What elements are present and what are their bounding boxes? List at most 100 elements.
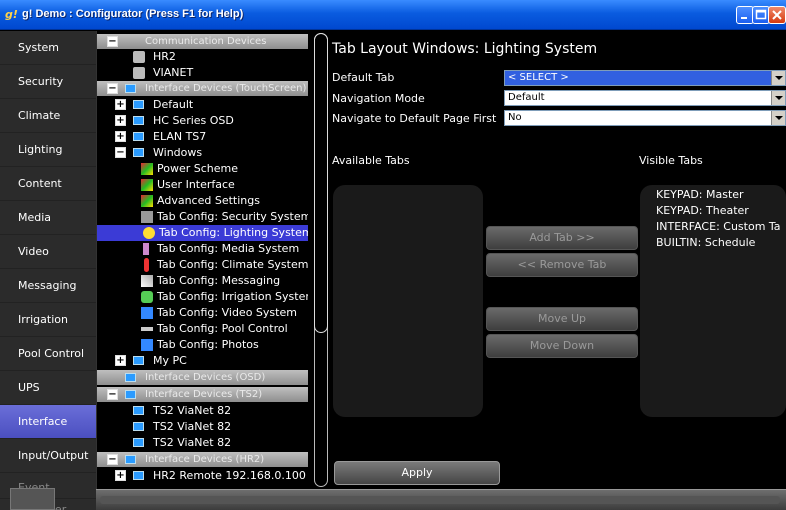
sidebar-item-media[interactable]: Media <box>0 201 96 235</box>
tree-group-header[interactable]: − Communication Devices <box>97 34 309 49</box>
windows-settings-icon <box>141 195 153 207</box>
default-tab-label: Default Tab <box>332 71 395 84</box>
chevron-down-icon[interactable] <box>771 111 785 125</box>
move-up-button[interactable]: Move Up <box>486 307 638 331</box>
collapse-icon[interactable]: − <box>107 454 118 465</box>
tree-group-header[interactable]: − Interface Devices (HR2) <box>97 452 309 467</box>
sidebar-item-content[interactable]: Content <box>0 167 96 201</box>
tree-item[interactable]: Tab Config: Messaging <box>141 273 307 289</box>
tree-item[interactable]: Tab Config: Security System <box>141 209 311 225</box>
tree-item[interactable]: Tab Config: Pool Control <box>141 321 307 337</box>
tree-item-label: HC Series OSD <box>153 114 234 127</box>
tree-item[interactable]: Tab Config: Video System <box>141 305 307 321</box>
list-item[interactable]: INTERFACE: Custom Ta <box>656 220 781 233</box>
tree-item[interactable]: − Windows <box>115 145 305 161</box>
tree-item-label: Tab Config: Security System <box>157 210 312 223</box>
tree-item-label: Tab Config: Messaging <box>157 274 281 287</box>
window-title: g! Demo : Configurator (Press F1 for Hel… <box>22 8 244 20</box>
sidebar-item-security[interactable]: Security <box>0 65 96 99</box>
tree-item[interactable]: TS2 ViaNet 82 <box>133 419 305 435</box>
sidebar-item-irrigation[interactable]: Irrigation <box>0 303 96 337</box>
sidebar-item-input-output[interactable]: Input/Output <box>0 439 96 473</box>
tree-item[interactable]: User Interface <box>141 177 307 193</box>
tree-item[interactable]: Tab Config: Photos <box>141 337 307 353</box>
display-icon <box>133 116 144 125</box>
tree-item[interactable]: Advanced Settings <box>141 193 307 209</box>
tree-group-label: Communication Devices <box>145 36 267 47</box>
tree-item[interactable]: + HR2 Remote 192.168.0.100 <box>115 468 306 484</box>
add-tab-button[interactable]: Add Tab >> <box>486 226 638 250</box>
sidebar-bottom-control[interactable] <box>10 488 55 510</box>
tree-item[interactable]: VIANET <box>133 65 303 81</box>
list-item[interactable]: KEYPAD: Master <box>656 188 744 201</box>
pool-icon <box>141 327 153 331</box>
tree-group-header[interactable]: − Interface Devices (TouchScreen) <box>97 81 309 96</box>
tree-item-selected[interactable]: Tab Config: Lighting System <box>97 225 313 241</box>
chevron-down-icon[interactable] <box>771 91 785 105</box>
tree-item[interactable]: Tab Config: Media System <box>141 241 307 257</box>
tree-item[interactable]: HR2 <box>133 49 303 65</box>
tree-item[interactable]: + ELAN TS7 <box>115 129 305 145</box>
tree-group-header[interactable]: Interface Devices (OSD) <box>97 370 309 385</box>
expand-icon[interactable]: + <box>115 470 126 481</box>
sidebar-item-climate[interactable]: Climate <box>0 99 96 133</box>
page-title: Tab Layout Windows: Lighting System <box>332 41 598 57</box>
lightbulb-icon <box>143 227 155 239</box>
security-icon <box>141 211 153 223</box>
default-tab-select[interactable]: < SELECT > <box>504 70 786 86</box>
navigation-mode-value: Default <box>508 92 545 103</box>
tree-item-label: ELAN TS7 <box>153 130 207 143</box>
collapse-icon[interactable]: − <box>107 83 118 94</box>
apply-button[interactable]: Apply <box>334 461 500 485</box>
list-item[interactable]: KEYPAD: Theater <box>656 204 749 217</box>
tree-item[interactable]: + Default <box>115 97 305 113</box>
tree-item[interactable]: Tab Config: Climate System <box>141 257 308 273</box>
display-icon <box>133 100 144 109</box>
sidebar-item-system[interactable]: System <box>0 31 96 65</box>
remove-tab-button[interactable]: << Remove Tab <box>486 253 638 277</box>
device-icon <box>133 67 145 79</box>
sidebar-item-pool-control[interactable]: Pool Control <box>0 337 96 371</box>
display-icon <box>125 455 136 464</box>
navigate-default-label: Navigate to Default Page First <box>332 112 497 125</box>
sidebar-item-ups[interactable]: UPS <box>0 371 96 405</box>
tree-item[interactable]: Tab Config: Irrigation System <box>141 289 316 305</box>
collapse-icon[interactable]: − <box>107 36 118 47</box>
expand-icon[interactable]: + <box>115 355 126 366</box>
tree-item[interactable]: + My PC <box>115 353 305 369</box>
windows-settings-icon <box>141 163 153 175</box>
tree-item-label: Tab Config: Video System <box>157 306 297 319</box>
visible-tabs-label: Visible Tabs <box>639 154 703 167</box>
scroll-thumb[interactable] <box>314 33 328 333</box>
display-icon <box>133 438 144 447</box>
collapse-icon[interactable]: − <box>107 389 118 400</box>
expand-icon[interactable]: + <box>115 99 126 110</box>
tree-scrollbar[interactable] <box>308 31 330 489</box>
available-tabs-list[interactable] <box>333 185 483 417</box>
tree-item[interactable]: TS2 ViaNet 82 <box>133 403 305 419</box>
tree-item[interactable]: TS2 ViaNet 82 <box>133 435 305 451</box>
collapse-icon[interactable]: − <box>115 147 126 158</box>
display-icon <box>133 356 144 365</box>
video-icon <box>141 307 153 319</box>
sidebar-item-messaging[interactable]: Messaging <box>0 269 96 303</box>
tree-item[interactable]: Power Scheme <box>141 161 307 177</box>
chevron-down-icon[interactable] <box>771 71 785 85</box>
navigation-mode-select[interactable]: Default <box>504 90 786 106</box>
tree-group-header[interactable]: − Interface Devices (TS2) <box>97 387 309 402</box>
sidebar-item-interface[interactable]: Interface <box>0 405 96 439</box>
navigate-default-select[interactable]: No <box>504 110 786 126</box>
tree-item-label: Default <box>153 98 194 111</box>
visible-tabs-list[interactable]: KEYPAD: Master KEYPAD: Theater INTERFACE… <box>640 185 786 417</box>
close-button[interactable] <box>768 6 786 24</box>
list-item[interactable]: BUILTIN: Schedule <box>656 236 755 249</box>
move-down-button[interactable]: Move Down <box>486 334 638 358</box>
expand-icon[interactable]: + <box>115 131 126 142</box>
tree-item-label: My PC <box>153 354 187 367</box>
sidebar-item-lighting[interactable]: Lighting <box>0 133 96 167</box>
tree-item[interactable]: + HC Series OSD <box>115 113 305 129</box>
tree-item-label: TS2 ViaNet 82 <box>153 404 232 417</box>
expand-icon[interactable]: + <box>115 115 126 126</box>
navigate-default-value: No <box>508 112 522 123</box>
sidebar-item-video[interactable]: Video <box>0 235 96 269</box>
